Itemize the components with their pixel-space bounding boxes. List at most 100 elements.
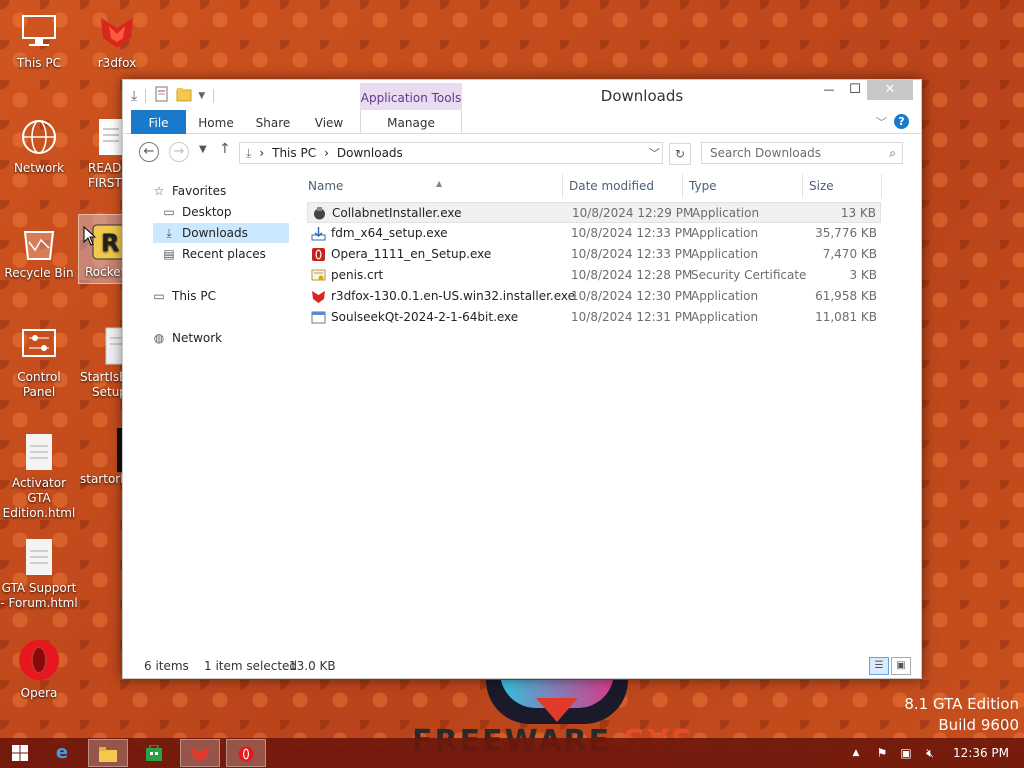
desktop-icon-opera[interactable]: Opera bbox=[0, 638, 78, 701]
status-selected: 1 item selected bbox=[204, 659, 298, 673]
file-type: Application bbox=[691, 310, 759, 324]
volume-muted-icon[interactable]: 🔇︎ bbox=[920, 738, 940, 768]
refresh-icon[interactable]: ↻ bbox=[669, 143, 691, 165]
nav-item-favorites[interactable]: ☆ Favorites bbox=[151, 181, 291, 201]
sort-ascending-icon: ▲ bbox=[436, 179, 443, 188]
address-segment-this-pc[interactable]: This PC bbox=[272, 146, 316, 160]
file-date: 10/8/2024 12:28 PM bbox=[571, 268, 693, 282]
nav-label: This PC bbox=[172, 289, 216, 303]
address-segment-downloads[interactable]: Downloads bbox=[337, 146, 403, 160]
column-divider[interactable] bbox=[682, 174, 683, 198]
opera-setup-icon bbox=[311, 247, 326, 262]
nav-item-downloads[interactable]: ⤓ Downloads bbox=[153, 223, 289, 243]
desktop-icon-activator[interactable]: Activator GTA Edition.html bbox=[0, 432, 78, 521]
column-header-name[interactable]: Name ▲ bbox=[308, 179, 558, 195]
title-bar[interactable]: ⤓ ▼ Application Tools Downloads — ☐ ✕ bbox=[123, 80, 921, 110]
r3dfox-icon bbox=[191, 747, 209, 762]
tab-home[interactable]: Home bbox=[193, 110, 239, 134]
mouse-cursor-icon bbox=[83, 225, 97, 249]
desktop-icon-control-panel[interactable]: Control Panel bbox=[0, 326, 78, 400]
column-divider[interactable] bbox=[802, 174, 803, 198]
star-icon: ☆ bbox=[153, 184, 165, 198]
column-divider[interactable] bbox=[562, 174, 563, 198]
status-item-count: 6 items bbox=[144, 659, 189, 673]
tab-file[interactable]: File bbox=[131, 110, 186, 134]
recent-locations-icon[interactable]: ▼ bbox=[199, 144, 207, 155]
action-center-flag-icon[interactable]: ⚑ bbox=[872, 738, 892, 768]
tab-share[interactable]: Share bbox=[249, 110, 297, 134]
recycle-bin-icon bbox=[19, 222, 59, 262]
watermark-logo bbox=[486, 680, 628, 724]
taskbar-opera[interactable] bbox=[226, 739, 266, 767]
desktop-icon-startisback[interactable]: StartIsBa Setup bbox=[80, 326, 124, 400]
desktop-icon-label: StartIsBa bbox=[80, 370, 124, 384]
taskbar-internet-explorer[interactable]: e bbox=[42, 739, 82, 767]
taskbar-store[interactable] bbox=[134, 739, 174, 767]
minimize-button[interactable]: — bbox=[815, 80, 843, 100]
nav-item-network[interactable]: ◍ Network bbox=[151, 328, 291, 348]
desktop-icon-recycle-bin[interactable]: Recycle Bin bbox=[0, 222, 78, 281]
desktop-icon-label: Recycle Bin bbox=[4, 266, 74, 280]
forward-button[interactable]: → bbox=[169, 142, 189, 162]
search-icon[interactable]: ⌕ bbox=[889, 143, 896, 163]
status-size: 13.0 KB bbox=[289, 659, 336, 673]
desktop-icon-label-2: Edition.html bbox=[2, 506, 76, 520]
file-row-soulseek[interactable]: SoulseekQt-2024-2-1-64bit.exe 10/8/2024 … bbox=[307, 307, 881, 328]
file-size: 3 KB bbox=[849, 268, 877, 282]
tab-view[interactable]: View bbox=[307, 110, 351, 134]
start-button[interactable] bbox=[0, 739, 40, 767]
column-label: Name bbox=[308, 179, 344, 193]
column-header-type[interactable]: Type bbox=[689, 179, 717, 195]
expand-ribbon-icon[interactable]: ﹀ bbox=[876, 114, 887, 130]
column-header-size[interactable]: Size bbox=[809, 179, 834, 195]
desktop-icon-startorb[interactable]: startorb bbox=[80, 428, 124, 487]
nav-label: Desktop bbox=[182, 205, 232, 219]
nav-item-this-pc[interactable]: ▭ This PC bbox=[151, 286, 291, 306]
column-divider[interactable] bbox=[881, 174, 882, 198]
address-dropdown-icon[interactable]: ﹀ bbox=[649, 145, 660, 161]
file-name: fdm_x64_setup.exe bbox=[331, 226, 448, 240]
file-type: Application bbox=[691, 226, 759, 240]
file-row-r3dfox[interactable]: r3dfox-130.0.1.en-US.win32.installer.exe… bbox=[307, 286, 881, 307]
desktop-icon-r3dfox[interactable]: r3dfox bbox=[78, 12, 156, 71]
file-row-opera[interactable]: Opera_1111_en_Setup.exe 10/8/2024 12:33 … bbox=[307, 244, 881, 265]
desktop-icon-gta-support[interactable]: GTA Support - Forum.html bbox=[0, 537, 78, 611]
desktop-icon-this-pc[interactable]: This PC bbox=[0, 12, 78, 71]
back-button[interactable]: ← bbox=[139, 142, 159, 162]
network-status-icon[interactable]: ▣ bbox=[896, 738, 916, 768]
tab-manage[interactable]: Manage bbox=[360, 110, 462, 134]
taskbar-file-explorer[interactable] bbox=[88, 739, 128, 767]
soulseek-icon bbox=[311, 310, 326, 325]
file-type: Security Certificate bbox=[691, 268, 807, 282]
up-button[interactable]: ↑ bbox=[219, 141, 231, 157]
details-view-button[interactable]: ☰ bbox=[869, 657, 889, 675]
desktop-icon-label: Activator GTA bbox=[11, 476, 67, 505]
file-row-collabnet[interactable]: CollabnetInstaller.exe 10/8/2024 12:29 P… bbox=[307, 202, 881, 223]
maximize-button[interactable]: ☐ bbox=[841, 80, 869, 100]
desktop-icon-label-2: Setup bbox=[92, 385, 124, 399]
column-header-date[interactable]: Date modified bbox=[569, 179, 654, 195]
address-bar[interactable]: ⤓ › This PC › Downloads bbox=[239, 142, 663, 164]
large-icons-view-button[interactable]: ▣ bbox=[891, 657, 911, 675]
close-button[interactable]: ✕ bbox=[867, 80, 913, 100]
help-icon[interactable]: ? bbox=[894, 114, 909, 129]
nav-item-desktop[interactable]: ▭ Desktop bbox=[161, 202, 291, 222]
clock[interactable]: 12:36 PM bbox=[950, 738, 1012, 768]
taskbar-r3dfox[interactable] bbox=[180, 739, 220, 767]
nav-item-recent-places[interactable]: ▤ Recent places bbox=[161, 244, 291, 264]
search-box[interactable]: Search Downloads ⌕ bbox=[701, 142, 903, 164]
file-row-fdm[interactable]: fdm_x64_setup.exe 10/8/2024 12:33 PM App… bbox=[307, 223, 881, 244]
store-icon bbox=[146, 744, 162, 761]
windows-edition-label: 8.1 GTA Edition Build 9600 bbox=[904, 694, 1019, 736]
html-file-icon bbox=[19, 432, 59, 472]
file-row-certificate[interactable]: penis.crt 10/8/2024 12:28 PM Security Ce… bbox=[307, 265, 881, 286]
file-name: r3dfox-130.0.1.en-US.win32.installer.exe bbox=[331, 289, 576, 303]
desktop-icon-network[interactable]: Network bbox=[0, 117, 78, 176]
search-placeholder: Search Downloads bbox=[710, 146, 821, 160]
opera-icon bbox=[17, 638, 61, 682]
address-separator-icon: › bbox=[259, 146, 265, 160]
desktop-icon-label: startorb bbox=[80, 472, 124, 486]
show-hidden-icons-button[interactable]: ▲ bbox=[848, 738, 864, 768]
nav-label: Network bbox=[172, 331, 223, 345]
desktop-icon-label: This PC bbox=[17, 56, 61, 70]
